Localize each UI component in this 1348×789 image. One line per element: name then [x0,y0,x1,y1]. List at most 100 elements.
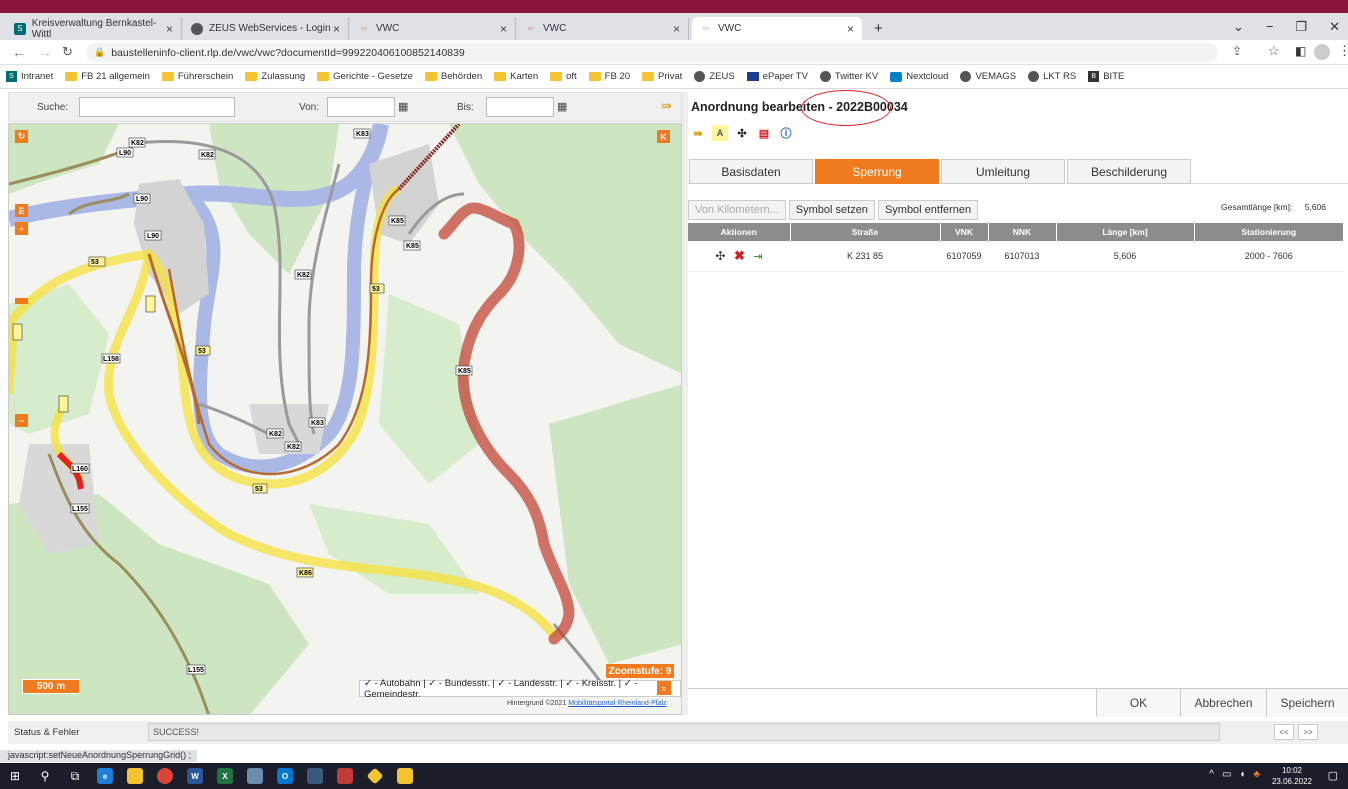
bookmark-zeus[interactable]: ZEUS [694,71,735,82]
zoom-slider-handle[interactable] [15,298,28,304]
prev-button[interactable]: << [1274,724,1294,740]
word-icon[interactable]: W [180,763,210,789]
tab-sperrung[interactable]: Sperrung [815,159,939,184]
bookmark-folder[interactable]: Behörden [424,71,482,82]
clock[interactable]: 10:02 23.06.2022 [1272,765,1312,787]
chrome-icon[interactable] [150,763,180,789]
explorer-icon[interactable] [120,763,150,789]
windows-start-icon[interactable]: ⊞ [0,763,30,789]
delete-icon[interactable]: ✖ [734,248,745,263]
tray-chevron-icon[interactable]: ^ [1209,769,1214,780]
bookmark-nextcloud[interactable]: Nextcloud [890,71,948,82]
bookmark-bite[interactable]: B BITE [1088,71,1124,82]
move-arrows-icon[interactable]: ✣ [734,125,750,141]
move-arrows-icon[interactable]: ✣ [715,249,725,263]
measure-icon[interactable]: ⇥ [753,251,762,263]
browser-tab-vwc-active[interactable]: ▭ VWC × [692,17,862,40]
bookmark-twitter[interactable]: Twitter KV [819,71,878,82]
zoom-out-button[interactable]: − [15,414,28,427]
browser-tab-vwc-1[interactable]: ▭ VWC × [350,17,516,40]
bookmark-epaper[interactable]: ePaper TV [746,71,808,82]
browser-tab-zeus[interactable]: ZEUS WebServices - Login × [183,17,349,40]
tray-app-icon[interactable]: ♣ [1253,769,1260,780]
close-tab-icon[interactable]: × [166,22,173,36]
expand-panel-icon[interactable]: ⇛ [661,98,672,114]
bookmark-folder[interactable]: FB 20 [588,71,630,82]
text-a-icon[interactable]: A [712,125,728,141]
bookmark-folder[interactable]: oft [550,71,577,82]
bookmark-folder[interactable]: FB 21 allgemein [65,71,150,82]
browser-tab-vwc-2[interactable]: ▭ VWC × [517,17,689,40]
elo-icon[interactable] [300,763,330,789]
collapse-arrow-icon[interactable]: ⇛ [690,125,706,141]
sidepanel-icon[interactable]: ◧ [1295,44,1306,58]
share-icon[interactable]: ⇪ [1232,44,1242,58]
profile-avatar[interactable] [1314,44,1330,60]
browser-tab-kreisverwaltung[interactable]: S Kreisverwaltung Bernkastel-Wittl × [6,17,182,40]
save-button[interactable]: Speichern [1266,689,1348,717]
task-view-icon[interactable]: ⧉ [60,763,90,789]
menu-icon[interactable]: ⋮ [1338,43,1348,59]
from-date-input[interactable] [327,97,395,117]
reload-icon[interactable]: ↻ [62,44,73,60]
map-canvas[interactable]: K82 L90 K82 L90 L90 K83 K85 K85 K82 53 5… [9,124,682,715]
ok-button[interactable]: OK [1096,689,1180,717]
road-type-legend[interactable]: ✓ - Autobahn | ✓ - Bundesstr. | ✓ - Land… [359,678,681,700]
bookmark-intranet[interactable]: S Intranet [6,71,53,82]
tab-basisdaten[interactable]: Basisdaten [689,159,813,184]
network-icon[interactable]: ▭ [1222,769,1231,780]
tab-beschilderung[interactable]: Beschilderung [1067,159,1191,184]
cancel-button[interactable]: Abbrechen [1180,689,1266,717]
close-tab-icon[interactable]: × [333,22,340,36]
zoom-in-button[interactable]: + [15,222,28,235]
to-date-input[interactable] [486,97,554,117]
legend-expand-button[interactable]: » [657,681,671,695]
notification-icon[interactable]: ▢ [1328,769,1338,782]
bookmark-folder[interactable]: Privat [642,71,682,82]
edge-icon[interactable]: e [90,763,120,789]
outlook-icon[interactable]: O [270,763,300,789]
from-km-button[interactable]: Von Kilometern... [688,200,786,220]
calendar-app-icon[interactable] [330,763,360,789]
new-tab-button[interactable]: + [866,17,891,40]
close-tab-icon[interactable]: × [673,22,680,36]
url-field[interactable]: 🔒 baustelleninfo-client.rlp.de/vwc/vwc?d… [86,43,1218,62]
bookmark-lktrs[interactable]: LKT RS [1028,71,1076,82]
volume-icon[interactable]: ◖ [1239,769,1245,780]
k-button[interactable]: K [657,130,670,143]
map-view[interactable]: K82 L90 K82 L90 L90 K83 K85 K85 K82 53 5… [8,123,682,715]
bookmark-folder[interactable]: Führerschein [161,71,233,82]
navigation-icon[interactable] [360,763,390,789]
calendar-icon[interactable]: ▦ [398,100,408,113]
tab-search-icon[interactable]: ⌄ [1233,19,1244,35]
app-icon[interactable] [240,763,270,789]
excel-icon[interactable]: X [210,763,240,789]
set-symbol-button[interactable]: Symbol setzen [788,200,875,220]
remove-symbol-button[interactable]: Symbol entfernen [877,200,979,220]
restore-icon[interactable]: ❐ [1295,19,1307,35]
star-icon[interactable]: ☆ [1268,43,1280,59]
highlight-circle [801,90,891,126]
bookmark-folder[interactable]: Gerichte - Gesetze [317,71,413,82]
next-button[interactable]: >> [1298,724,1318,740]
search-icon[interactable]: ⚲ [30,763,60,789]
bookmark-vemags[interactable]: VEMAGS [960,71,1016,82]
table-row[interactable]: ✣ ✖ ⇥ K 231 85 6107059 6107013 5,606 200… [688,241,1344,272]
pdf-icon[interactable]: ▤ [756,125,772,141]
calendar-icon[interactable]: ▦ [557,100,567,113]
info-icon[interactable]: ⓘ [778,125,794,141]
bookmark-folder[interactable]: Karten [494,71,538,82]
chart-app-icon[interactable] [390,763,420,789]
forward-icon[interactable]: → [38,44,52,60]
close-tab-icon[interactable]: × [847,22,854,36]
close-window-icon[interactable]: ✕ [1329,19,1340,35]
search-input[interactable] [79,97,235,117]
minimize-icon[interactable]: − [1266,19,1274,34]
tab-umleitung[interactable]: Umleitung [941,159,1065,184]
refresh-map-button[interactable]: ↻ [15,130,28,143]
close-tab-icon[interactable]: × [500,22,507,36]
extent-button[interactable]: E [15,204,28,217]
attribution-link[interactable]: Mobilitätsportal Rheinland-Pfalz [568,700,666,707]
bookmark-folder[interactable]: Zulassung [245,71,305,82]
back-icon[interactable]: ← [12,44,26,60]
